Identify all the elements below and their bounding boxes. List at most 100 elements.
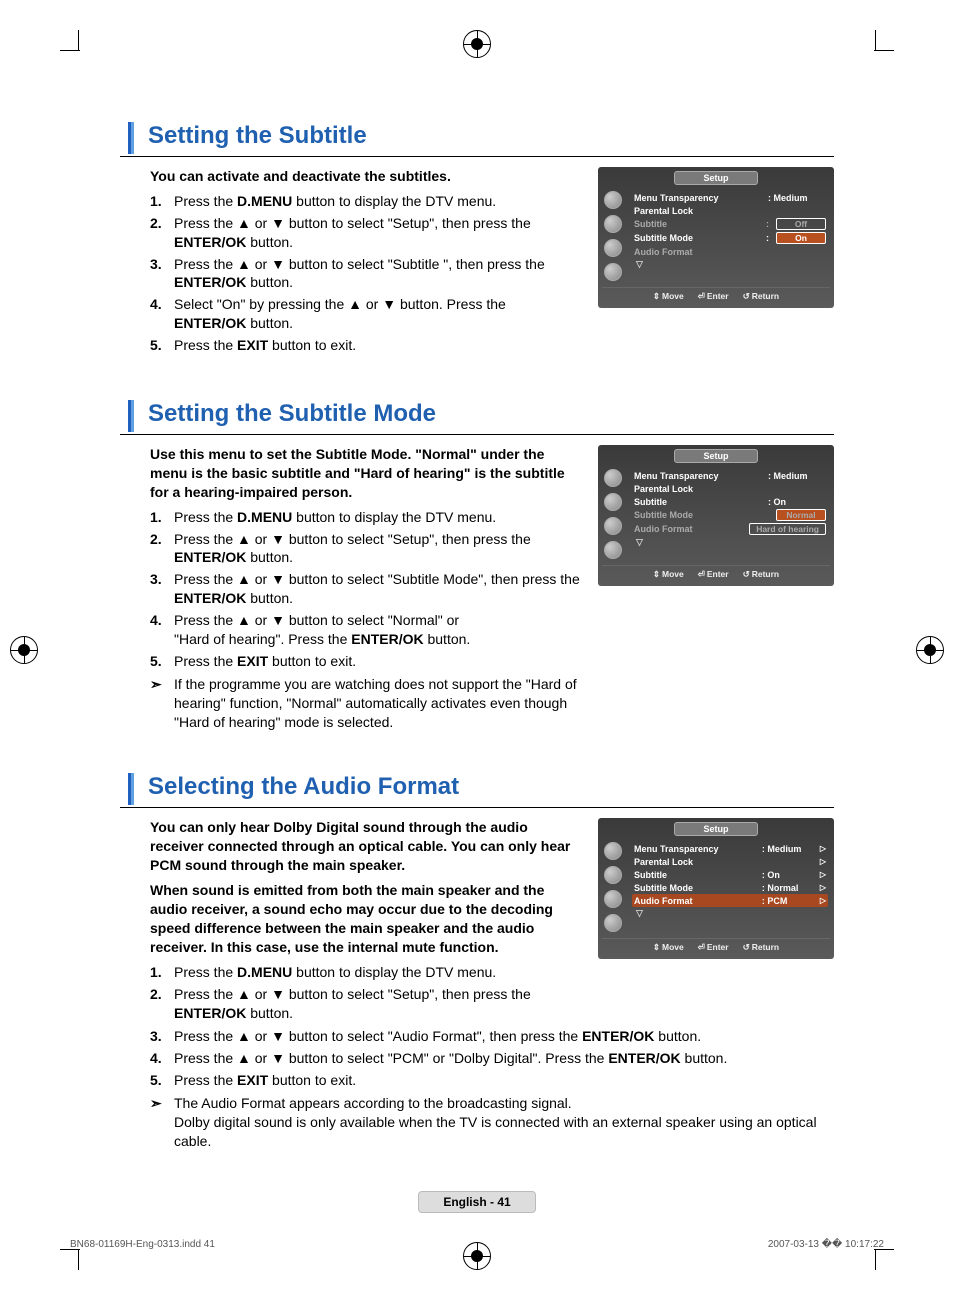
step-number: 2. bbox=[150, 530, 174, 568]
step-text: Press the ▲ or ▼ button to select "Subti… bbox=[174, 570, 582, 608]
osd-option: Normal bbox=[776, 509, 826, 521]
step-number: 1. bbox=[150, 963, 174, 982]
text-column: You can activate and deactivate the subt… bbox=[120, 167, 582, 358]
osd-category-icon bbox=[604, 914, 622, 932]
osd-row: Audio Format: PCM▷ bbox=[632, 894, 828, 907]
osd-row: Subtitle ModeNormal bbox=[632, 508, 828, 522]
osd-label: Subtitle bbox=[634, 497, 764, 507]
full-width-text: 3.Press the ▲ or ▼ button to select "Aud… bbox=[120, 1027, 834, 1150]
chevron-down-icon: ▽ bbox=[634, 537, 643, 548]
section-header: Setting the Subtitle Mode bbox=[120, 398, 834, 435]
step-item: 2.Press the ▲ or ▼ button to select "Set… bbox=[150, 214, 582, 252]
note-text: If the programme you are watching does n… bbox=[174, 675, 582, 732]
osd-panel: SetupMenu Transparency: MediumParental L… bbox=[598, 167, 834, 308]
osd-label: Subtitle Mode bbox=[634, 510, 774, 520]
print-footer: BN68-01169H-Eng-0313.indd 41 2007-03-13 … bbox=[70, 1239, 884, 1250]
osd-row: Menu Transparency: Medium▷ bbox=[632, 842, 828, 855]
manual-page: Setting the Subtitle You can activate and… bbox=[0, 20, 954, 1280]
text-column: Use this menu to set the Subtitle Mode. … bbox=[120, 445, 582, 731]
osd-label: Audio Format bbox=[634, 896, 758, 906]
step-text: Press the ▲ or ▼ button to select "Setup… bbox=[174, 214, 582, 252]
chevron-down-icon: ▽ bbox=[634, 259, 643, 270]
step-text: Press the EXIT button to exit. bbox=[174, 652, 356, 671]
step-number: 2. bbox=[150, 214, 174, 252]
osd-category-icon bbox=[604, 866, 622, 884]
step-item: 4.Press the ▲ or ▼ button to select "Nor… bbox=[150, 611, 582, 649]
osd-items: Menu Transparency: MediumParental LockSu… bbox=[628, 465, 834, 563]
page-number-badge: English - 41 bbox=[70, 1191, 884, 1213]
step-list: 1.Press the D.MENU button to display the… bbox=[150, 508, 582, 671]
step-text: Press the D.MENU button to display the D… bbox=[174, 192, 496, 211]
osd-row: Subtitle Mode: Normal▷ bbox=[632, 881, 828, 894]
note-item: ➣If the programme you are watching does … bbox=[150, 675, 582, 732]
osd-label: Subtitle bbox=[634, 219, 766, 229]
osd-hint: ↺Return bbox=[743, 942, 780, 953]
crop-mark bbox=[78, 1250, 79, 1270]
step-list: 3.Press the ▲ or ▼ button to select "Aud… bbox=[150, 1027, 834, 1090]
step-text: Press the D.MENU button to display the D… bbox=[174, 963, 496, 982]
osd-option: Hard of hearing bbox=[749, 523, 826, 535]
step-text: Press the ▲ or ▼ button to select "Audio… bbox=[174, 1027, 701, 1046]
chevron-right-icon: ▷ bbox=[820, 883, 826, 892]
step-number: 4. bbox=[150, 611, 174, 649]
osd-value: : Medium bbox=[764, 471, 826, 481]
chevron-right-icon: ▷ bbox=[820, 857, 826, 866]
chevron-down-icon: ▽ bbox=[634, 908, 643, 919]
osd-value: : On bbox=[758, 870, 820, 880]
step-number: 4. bbox=[150, 1049, 174, 1068]
osd-label: Menu Transparency bbox=[634, 844, 758, 854]
step-item: 5.Press the EXIT button to exit. bbox=[150, 1071, 834, 1090]
osd-label: Subtitle bbox=[634, 870, 758, 880]
step-number: 5. bbox=[150, 1071, 174, 1090]
section-title: Selecting the Audio Format bbox=[148, 771, 459, 807]
step-item: 3.Press the ▲ or ▼ button to select "Sub… bbox=[150, 570, 582, 608]
step-number: 5. bbox=[150, 652, 174, 671]
osd-category-icon bbox=[604, 239, 622, 257]
osd-column: SetupMenu Transparency: MediumParental L… bbox=[598, 167, 834, 308]
osd-category-icon bbox=[604, 541, 622, 559]
osd-icon-column bbox=[598, 838, 628, 936]
chevron-right-icon: ▷ bbox=[820, 844, 826, 853]
osd-hint: ⇕Move bbox=[653, 291, 684, 302]
step-item: 2.Press the ▲ or ▼ button to select "Set… bbox=[150, 985, 582, 1023]
section-intro: You can activate and deactivate the subt… bbox=[150, 167, 582, 186]
step-item: 5.Press the EXIT button to exit. bbox=[150, 336, 582, 355]
page-number: English - 41 bbox=[418, 1191, 535, 1213]
step-text: Press the EXIT button to exit. bbox=[174, 336, 356, 355]
header-bar-icon bbox=[128, 122, 134, 154]
osd-row: Audio FormatHard of hearing bbox=[632, 522, 828, 536]
osd-title: Setup bbox=[598, 445, 834, 465]
osd-row: Parental Lock bbox=[632, 204, 828, 217]
step-text: Press the ▲ or ▼ button to select "Setup… bbox=[174, 530, 582, 568]
osd-option: On bbox=[776, 232, 826, 244]
step-item: 5.Press the EXIT button to exit. bbox=[150, 652, 582, 671]
step-item: 2.Press the ▲ or ▼ button to select "Set… bbox=[150, 530, 582, 568]
osd-title: Setup bbox=[598, 167, 834, 187]
step-item: 1.Press the D.MENU button to display the… bbox=[150, 508, 582, 527]
step-number: 4. bbox=[150, 295, 174, 333]
osd-category-icon bbox=[604, 215, 622, 233]
note-text: The Audio Format appears according to th… bbox=[174, 1094, 834, 1151]
osd-items: Menu Transparency: MediumParental LockSu… bbox=[628, 187, 834, 285]
osd-label: Parental Lock bbox=[634, 857, 758, 867]
osd-row: Menu Transparency: Medium bbox=[632, 469, 828, 482]
osd-row: Parental Lock ▷ bbox=[632, 855, 828, 868]
osd-value: : Medium bbox=[764, 193, 826, 203]
osd-label: Parental Lock bbox=[634, 484, 764, 494]
osd-option: Off bbox=[776, 218, 826, 230]
step-item: 3.Press the ▲ or ▼ button to select "Sub… bbox=[150, 255, 582, 293]
step-text: Press the D.MENU button to display the D… bbox=[174, 508, 496, 527]
osd-row: Subtitle: On bbox=[632, 495, 828, 508]
section-intro: Use this menu to set the Subtitle Mode. … bbox=[150, 445, 582, 502]
registration-mark-icon bbox=[916, 636, 944, 664]
page-content: Setting the Subtitle You can activate and… bbox=[70, 60, 884, 1151]
step-item: 1.Press the D.MENU button to display the… bbox=[150, 192, 582, 211]
step-text: Press the ▲ or ▼ button to select "Setup… bbox=[174, 985, 582, 1023]
osd-hint: ↺Return bbox=[743, 291, 780, 302]
osd-label: Audio Format bbox=[634, 247, 764, 257]
section: Selecting the Audio FormatYou can only h… bbox=[120, 771, 834, 1150]
step-text: Press the EXIT button to exit. bbox=[174, 1071, 356, 1090]
osd-value: : On bbox=[764, 497, 826, 507]
section-title: Setting the Subtitle bbox=[148, 120, 367, 156]
osd-category-icon bbox=[604, 517, 622, 535]
